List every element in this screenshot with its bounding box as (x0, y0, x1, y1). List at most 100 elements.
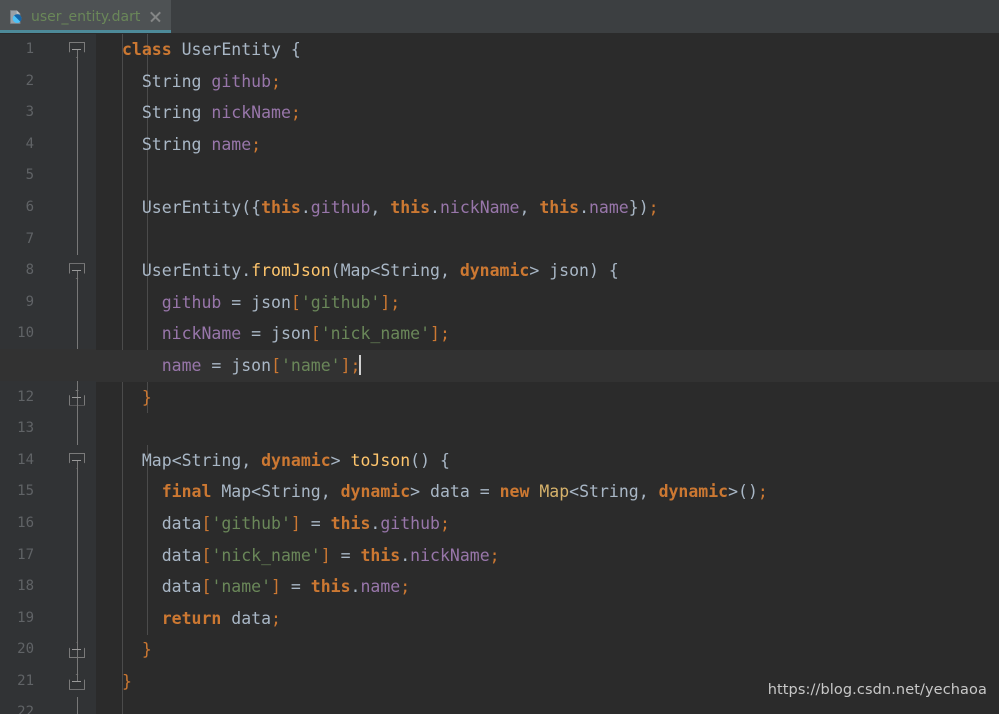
gutter-line[interactable]: 22 (0, 697, 96, 714)
fold-column[interactable] (66, 349, 88, 382)
fold-column[interactable] (66, 223, 88, 256)
code-line[interactable]: UserEntity({this.github, this.nickName, … (96, 192, 999, 224)
gutter-line[interactable]: 3 (0, 97, 96, 129)
gutter-line[interactable]: 11 (0, 349, 96, 382)
gutter-line[interactable]: 15 (0, 476, 96, 508)
fold-column[interactable] (66, 697, 88, 714)
code-token: 'name' (211, 577, 272, 597)
code-token: this (390, 197, 431, 217)
code-content[interactable]: class UserEntity { String github; String… (96, 34, 999, 714)
code-token: data (161, 513, 202, 533)
fold-column[interactable] (66, 160, 88, 192)
fold-column[interactable] (66, 97, 88, 129)
fold-column[interactable] (66, 191, 88, 224)
fold-expand-icon[interactable] (69, 673, 85, 690)
fold-column[interactable] (66, 602, 88, 635)
fold-column[interactable] (66, 476, 88, 508)
fold-expand-icon[interactable] (69, 642, 85, 659)
close-icon[interactable] (149, 10, 162, 23)
code-line[interactable]: String name; (96, 129, 999, 161)
gutter-line[interactable]: 12 (0, 381, 96, 414)
fold-column[interactable] (66, 65, 88, 98)
code-token: ; (400, 577, 411, 597)
code-token: github (380, 513, 440, 533)
code-token: final (161, 482, 212, 502)
code-line[interactable]: UserEntity.fromJson(Map<String, dynamic>… (96, 255, 999, 287)
code-token: [ (201, 577, 212, 597)
fold-collapse-icon[interactable] (69, 263, 85, 280)
fold-collapse-icon[interactable] (69, 42, 85, 58)
fold-column[interactable] (66, 381, 88, 414)
code-line[interactable]: data['name'] = this.name; (96, 571, 999, 603)
code-token: = (330, 545, 361, 565)
code-token: name (589, 197, 629, 217)
code-line[interactable]: return data; (96, 603, 999, 635)
code-token: ; (489, 545, 500, 565)
gutter-line[interactable]: 8 (0, 255, 96, 287)
fold-column[interactable] (66, 413, 88, 445)
code-editor[interactable]: 1 2 3 4 5 6 7 8 9 10 11 12 13 14 15 16 17 18 19 20 21 22 clas… (0, 34, 999, 714)
code-token: json (251, 292, 291, 312)
gutter-line[interactable]: 21 (0, 665, 96, 698)
gutter-line[interactable]: 14 (0, 445, 96, 477)
gutter-line[interactable]: 9 (0, 286, 96, 319)
gutter-line[interactable]: 6 (0, 191, 96, 224)
gutter-line[interactable]: 1 (0, 34, 96, 66)
gutter-line[interactable]: 13 (0, 413, 96, 445)
gutter-line[interactable]: 10 (0, 318, 96, 350)
code-token: UserEntity (181, 40, 281, 59)
code-token: 'nick_name' (320, 324, 431, 344)
code-token: ) (747, 482, 758, 502)
fold-column[interactable] (66, 255, 88, 287)
code-token: < (569, 482, 580, 502)
gutter-line[interactable]: 4 (0, 128, 96, 161)
fold-column[interactable] (66, 34, 88, 66)
gutter-line[interactable]: 20 (0, 634, 96, 666)
fold-column[interactable] (66, 634, 88, 666)
code-token: = (300, 513, 331, 533)
code-line-current[interactable]: name = json['name']; (96, 349, 999, 382)
editor-gutter[interactable]: 1 2 3 4 5 6 7 8 9 10 11 12 13 14 15 16 17 18 19 20 21 22 (0, 34, 96, 714)
code-line[interactable]: String github; (96, 66, 999, 98)
code-line[interactable]: } (96, 634, 999, 666)
code-line[interactable]: nickName = json['nick_name']; (96, 318, 999, 350)
fold-column[interactable] (66, 128, 88, 161)
code-line[interactable]: data['github'] = this.github; (96, 508, 999, 540)
gutter-line[interactable]: 7 (0, 223, 96, 256)
gutter-line[interactable]: 5 (0, 160, 96, 192)
fold-column[interactable] (66, 539, 88, 572)
fold-column[interactable] (66, 665, 88, 698)
code-line[interactable]: Map<String, dynamic> toJson() { (96, 445, 999, 477)
gutter-line[interactable]: 18 (0, 571, 96, 603)
gutter-line[interactable]: 16 (0, 507, 96, 540)
code-token: Map (340, 261, 371, 281)
code-line[interactable]: String nickName; (96, 97, 999, 129)
code-line[interactable]: github = json['github']; (96, 287, 999, 319)
code-token: } (122, 671, 132, 691)
code-token: String (579, 482, 639, 502)
fold-column[interactable] (66, 507, 88, 540)
fold-column[interactable] (66, 318, 88, 350)
gutter-line[interactable]: 2 (0, 65, 96, 98)
fold-stem (76, 286, 78, 319)
code-line[interactable] (96, 160, 999, 192)
fold-expand-icon[interactable] (69, 389, 85, 406)
code-line[interactable]: class UserEntity { (96, 34, 999, 66)
line-number: 17 (17, 546, 34, 563)
gutter-line[interactable]: 19 (0, 602, 96, 635)
code-line[interactable] (96, 413, 999, 445)
code-token: ; (439, 513, 450, 533)
fold-collapse-icon[interactable] (69, 452, 85, 469)
code-line[interactable] (96, 697, 999, 714)
code-line[interactable] (96, 224, 999, 256)
code-line[interactable]: data['nick_name'] = this.nickName; (96, 540, 999, 572)
fold-column[interactable] (66, 571, 88, 603)
gutter-line[interactable]: 17 (0, 539, 96, 572)
fold-stem (76, 602, 78, 635)
code-line[interactable]: final Map<String, dynamic> data = new Ma… (96, 476, 999, 508)
fold-column[interactable] (66, 445, 88, 477)
code-line[interactable]: } (96, 382, 999, 414)
editor-tab-user-entity-dart[interactable]: user_entity.dart (0, 0, 172, 33)
fold-column[interactable] (66, 286, 88, 319)
